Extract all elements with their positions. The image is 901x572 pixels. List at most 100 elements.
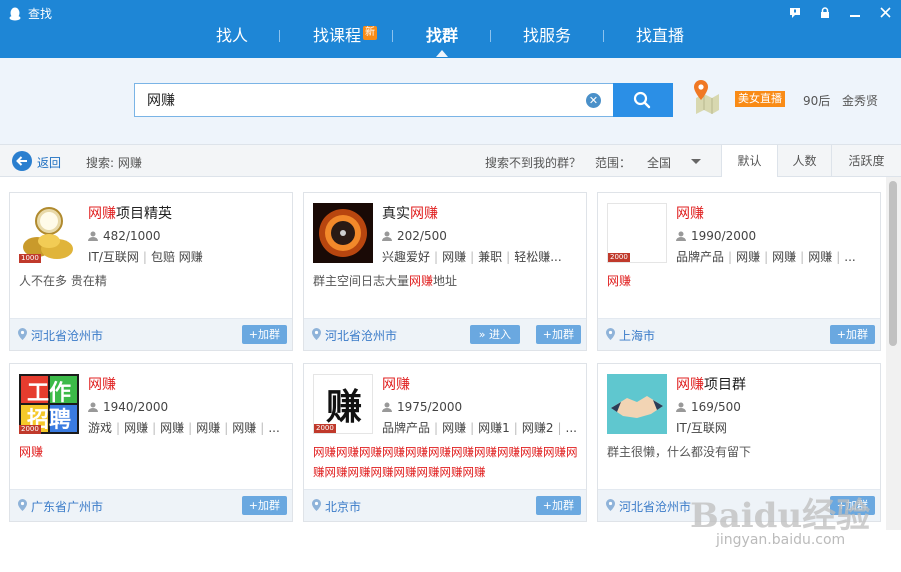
watermark-brand: Baidu经验 bbox=[690, 496, 871, 536]
card-footer: 河北省沧州市 +加群 bbox=[10, 318, 292, 350]
group-level-badge: 2000 bbox=[314, 424, 336, 433]
hot-search-tag[interactable]: 金秀贤 bbox=[842, 92, 878, 109]
person-icon bbox=[382, 402, 392, 412]
group-location[interactable]: 广东省广州市 bbox=[31, 498, 103, 515]
close-button[interactable] bbox=[874, 4, 896, 22]
group-tags: IT/互联网 | 包赔 网赚 bbox=[88, 250, 203, 264]
group-level-badge: 2000 bbox=[19, 425, 41, 434]
lock-icon bbox=[821, 7, 829, 18]
search-area: ✕ 美女直播 90后 金秀贤 bbox=[0, 58, 901, 144]
group-location[interactable]: 河北省沧州市 bbox=[325, 327, 397, 344]
group-card[interactable]: 赚 2000 网赚 1975/2000 品牌产品 | 网赚 | 网赚1 | 网赚2 |... … bbox=[303, 363, 587, 522]
card-footer: 北京市 +加群 bbox=[304, 489, 586, 521]
group-level-badge: 1000 bbox=[19, 254, 41, 263]
group-location[interactable]: 河北省沧州市 bbox=[31, 327, 103, 344]
results-scrollbar[interactable] bbox=[886, 177, 901, 530]
member-count: 202/500 bbox=[382, 229, 447, 243]
join-group-button[interactable]: +加群 bbox=[829, 325, 875, 344]
tab-find-services[interactable]: 找服务 bbox=[523, 22, 571, 56]
group-name[interactable]: 网赚 bbox=[382, 374, 410, 394]
minimize-icon bbox=[850, 15, 860, 17]
group-card[interactable]: 真实网赚 202/500 兴趣爱好 | 网赚 | 兼职 | 轻松赚... 群主空间日志大量网… bbox=[303, 192, 587, 351]
join-group-button[interactable]: +加群 bbox=[241, 496, 287, 515]
range-label: 范围： bbox=[595, 156, 632, 170]
group-name[interactable]: 网赚项目精英 bbox=[88, 203, 172, 223]
group-description: 网赚 bbox=[19, 445, 44, 459]
location-pin-icon bbox=[18, 499, 27, 511]
new-badge: 新 bbox=[363, 26, 378, 40]
join-group-button[interactable]: +加群 bbox=[535, 496, 581, 515]
group-name[interactable]: 真实网赚 bbox=[382, 203, 438, 223]
group-tags: 品牌产品 | 网赚 | 网赚1 | 网赚2 |... bbox=[382, 421, 577, 435]
group-location[interactable]: 北京市 bbox=[325, 498, 361, 515]
group-location[interactable]: 上海市 bbox=[619, 327, 655, 344]
tab-separator bbox=[490, 30, 491, 42]
header: 查找 找人 找课程新 找群 找服务 找直播 bbox=[0, 0, 901, 58]
join-group-button[interactable]: +加群 bbox=[535, 325, 581, 344]
card-footer: 上海市 +加群 bbox=[598, 318, 880, 350]
group-avatar bbox=[607, 374, 667, 434]
member-count: 1940/2000 bbox=[88, 400, 168, 414]
live-stream-badge[interactable]: 美女直播 bbox=[735, 91, 785, 107]
back-arrow-icon[interactable] bbox=[12, 151, 32, 171]
map-location-icon[interactable] bbox=[690, 78, 720, 114]
group-name[interactable]: 网赚 bbox=[676, 203, 704, 223]
group-avatar: 赚 2000 bbox=[313, 374, 373, 434]
group-description: 网赚 bbox=[607, 274, 632, 288]
person-icon bbox=[382, 231, 392, 241]
feedback-button[interactable] bbox=[784, 4, 806, 22]
group-card[interactable]: 1000 网赚项目精英 482/1000 IT/互联网 | 包赔 网赚 人不在多 贵… bbox=[9, 192, 293, 351]
location-pin-icon bbox=[312, 328, 321, 340]
back-link[interactable]: 返回 bbox=[37, 154, 61, 171]
handshake-icon bbox=[607, 374, 667, 434]
group-description: 群主很懒，什么都没有留下 bbox=[607, 445, 752, 459]
person-icon bbox=[88, 402, 98, 412]
tab-find-people[interactable]: 找人 bbox=[216, 22, 248, 56]
tab-separator bbox=[603, 30, 604, 42]
fire-ring-icon bbox=[313, 203, 373, 263]
cannot-find-group-link[interactable]: 搜索不到我的群？ bbox=[485, 154, 581, 171]
search-icon bbox=[633, 91, 651, 109]
watermark-url: jingyan.baidu.com bbox=[716, 532, 846, 548]
group-tags: IT/互联网 bbox=[676, 421, 727, 435]
sort-tab-members[interactable]: 人数 bbox=[777, 145, 831, 177]
card-footer: 广东省广州市 +加群 bbox=[10, 489, 292, 521]
minimize-button[interactable] bbox=[844, 4, 866, 22]
sort-tab-default[interactable]: 默认 bbox=[721, 145, 777, 177]
hot-search-tag[interactable]: 90后 bbox=[803, 92, 830, 109]
chat-bubble-icon bbox=[790, 8, 800, 18]
qq-penguin-icon bbox=[9, 7, 21, 21]
group-avatar: 工作 招聘 2000 bbox=[19, 374, 79, 434]
arrow-left-icon bbox=[16, 156, 27, 166]
group-description: 网赚网赚网赚网赚网赚网赚网赚网赚网赚网赚网赚网赚网赚网赚网赚网赚网赚网赚网赚 bbox=[313, 445, 578, 479]
location-pin-icon bbox=[18, 328, 27, 340]
sort-tab-activity[interactable]: 活跃度 bbox=[831, 145, 901, 177]
group-card[interactable]: 工作 招聘 2000 网赚 1940/2000 游戏 | 网赚 | 网赚 | 网赚 | 网赚 |.… bbox=[9, 363, 293, 522]
member-count: 1990/2000 bbox=[676, 229, 756, 243]
svg-text:赚: 赚 bbox=[326, 387, 362, 428]
tab-separator bbox=[279, 30, 280, 42]
group-tags: 品牌产品 | 网赚 | 网赚 | 网赚 |... bbox=[676, 250, 856, 264]
close-icon bbox=[879, 7, 891, 18]
scrollbar-thumb[interactable] bbox=[889, 181, 897, 346]
group-card[interactable]: 2000 网赚 1990/2000 品牌产品 | 网赚 | 网赚 | 网赚 |... 网赚 上… bbox=[597, 192, 881, 351]
tab-find-live[interactable]: 找直播 bbox=[636, 22, 684, 56]
group-tags: 游戏 | 网赚 | 网赚 | 网赚 | 网赚 |... bbox=[88, 421, 280, 435]
tab-find-courses[interactable]: 找课程新 bbox=[313, 22, 378, 56]
clear-search-icon[interactable]: ✕ bbox=[586, 93, 601, 108]
svg-text:工作: 工作 bbox=[27, 381, 71, 406]
location-pin-icon bbox=[606, 499, 615, 511]
chevron-down-icon[interactable] bbox=[691, 159, 701, 164]
person-icon bbox=[676, 231, 686, 241]
search-button[interactable] bbox=[613, 83, 673, 117]
group-name[interactable]: 网赚项目群 bbox=[676, 374, 746, 394]
group-name[interactable]: 网赚 bbox=[88, 374, 116, 394]
group-location[interactable]: 河北省沧州市 bbox=[619, 498, 691, 515]
lock-button[interactable] bbox=[814, 4, 836, 22]
search-input[interactable] bbox=[135, 84, 575, 116]
join-group-button[interactable]: +加群 bbox=[241, 325, 287, 344]
range-select[interactable]: 全国 bbox=[647, 154, 671, 171]
search-summary: 搜索: 网赚 bbox=[86, 156, 142, 170]
group-tags: 兴趣爱好 | 网赚 | 兼职 | 轻松赚... bbox=[382, 250, 562, 264]
enter-group-button[interactable]: » 进入 bbox=[469, 325, 520, 344]
